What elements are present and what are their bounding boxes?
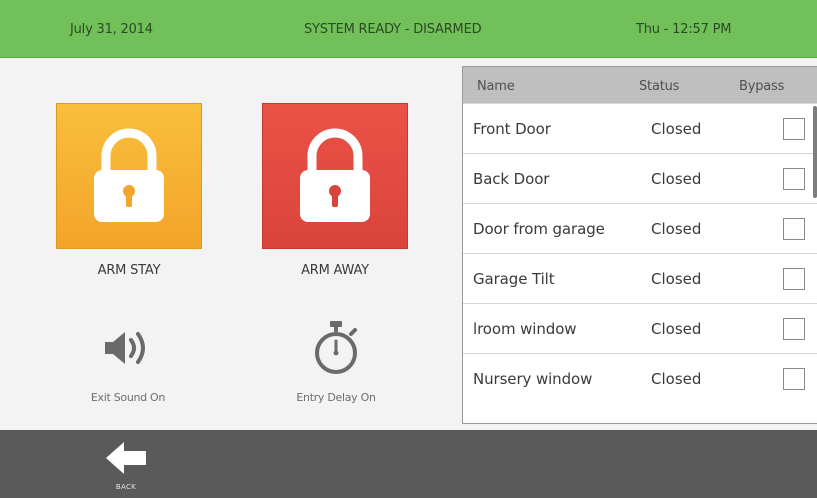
entry-delay-toggle[interactable] bbox=[306, 320, 366, 376]
zone-status: Closed bbox=[651, 120, 702, 138]
stopwatch-icon bbox=[315, 321, 357, 374]
zone-status: Closed bbox=[651, 370, 702, 388]
bypass-checkbox[interactable] bbox=[783, 368, 805, 390]
lock-icon bbox=[94, 128, 164, 222]
zone-row[interactable]: Front Door Closed bbox=[463, 103, 817, 153]
date-text: July 31, 2014 bbox=[70, 22, 153, 37]
bypass-checkbox[interactable] bbox=[783, 268, 805, 290]
bypass-checkbox[interactable] bbox=[783, 168, 805, 190]
arm-stay-button[interactable] bbox=[56, 103, 202, 249]
column-header-name: Name bbox=[477, 79, 515, 94]
zone-name: Garage Tilt bbox=[473, 270, 555, 288]
zone-list-scrollbar[interactable] bbox=[813, 106, 817, 198]
arrow-left-icon bbox=[106, 442, 146, 474]
lock-icon bbox=[300, 128, 370, 222]
bypass-checkbox[interactable] bbox=[783, 318, 805, 340]
zone-row[interactable]: lroom window Closed bbox=[463, 303, 817, 353]
zone-row[interactable]: Back Door Closed bbox=[463, 153, 817, 203]
zone-list-header: Name Status Bypass bbox=[463, 67, 817, 103]
column-header-status: Status bbox=[639, 79, 680, 94]
zone-row[interactable]: Nursery window Closed bbox=[463, 353, 817, 403]
arming-panel: ARM STAY ARM AWAY Exit Sound On Entry De… bbox=[0, 58, 462, 430]
zone-status: Closed bbox=[651, 220, 702, 238]
zone-name: Door from garage bbox=[473, 220, 605, 238]
arm-stay-label: ARM STAY bbox=[97, 263, 161, 278]
zone-status: Closed bbox=[651, 170, 702, 188]
zone-name: Nursery window bbox=[473, 370, 593, 388]
exit-sound-toggle[interactable] bbox=[98, 320, 158, 376]
zone-list: Name Status Bypass Front Door Closed Bac… bbox=[462, 66, 817, 424]
zone-status: Closed bbox=[651, 320, 702, 338]
back-label: BACK bbox=[115, 483, 137, 491]
zone-name: lroom window bbox=[473, 320, 577, 338]
zone-name: Front Door bbox=[473, 120, 551, 138]
back-button[interactable]: BACK bbox=[98, 438, 154, 496]
bottom-nav-bar: BACK bbox=[0, 430, 817, 498]
time-text: Thu - 12:57 PM bbox=[636, 22, 732, 37]
speaker-icon bbox=[105, 332, 145, 364]
system-status-text: SYSTEM READY - DISARMED bbox=[304, 22, 482, 37]
bypass-checkbox[interactable] bbox=[783, 218, 805, 240]
column-header-bypass: Bypass bbox=[739, 79, 785, 94]
arm-away-button[interactable] bbox=[262, 103, 408, 249]
zone-status: Closed bbox=[651, 270, 702, 288]
bypass-checkbox[interactable] bbox=[783, 118, 805, 140]
zone-row[interactable]: Door from garage Closed bbox=[463, 203, 817, 253]
entry-delay-label: Entry Delay On bbox=[296, 391, 376, 404]
exit-sound-label: Exit Sound On bbox=[90, 391, 166, 404]
zone-name: Back Door bbox=[473, 170, 550, 188]
arm-away-label: ARM AWAY bbox=[301, 263, 369, 278]
zone-row[interactable]: Garage Tilt Closed bbox=[463, 253, 817, 303]
status-bar: July 31, 2014 SYSTEM READY - DISARMED Th… bbox=[0, 0, 817, 58]
